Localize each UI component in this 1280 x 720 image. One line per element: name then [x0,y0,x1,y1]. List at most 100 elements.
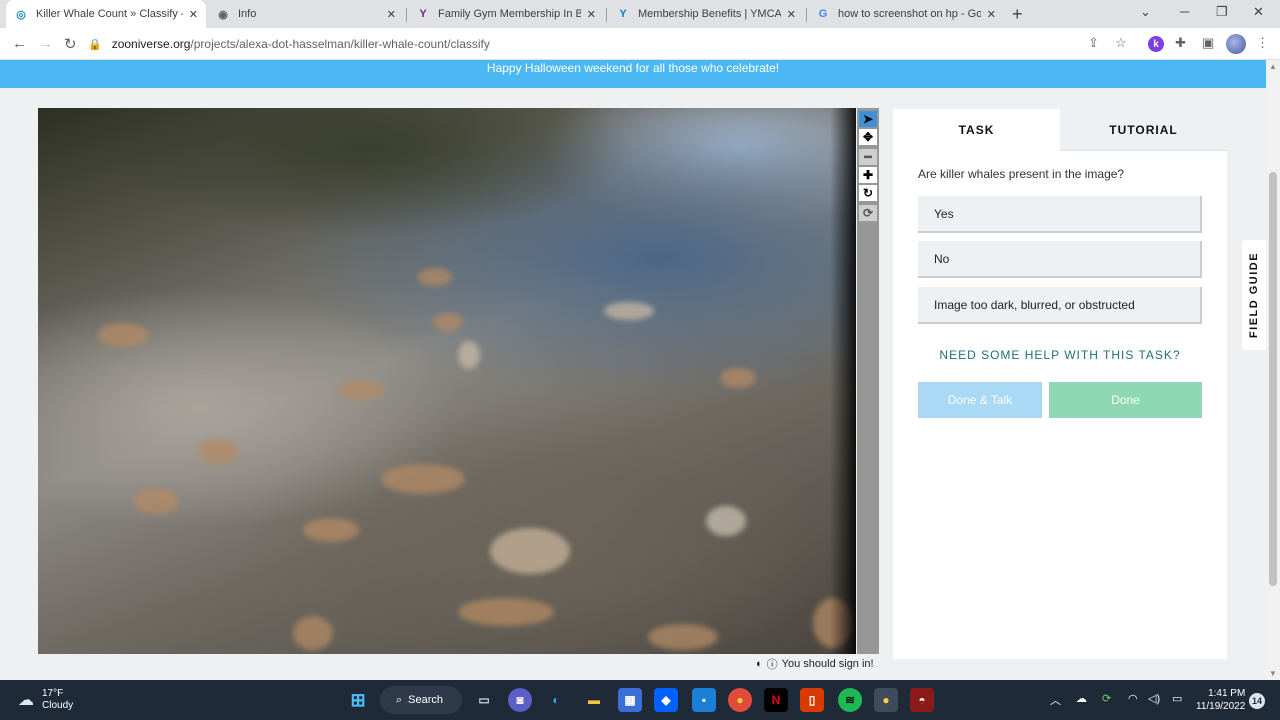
done-button[interactable]: Done [1049,382,1202,418]
animal-blob [338,380,384,400]
app-icon[interactable]: ▪ [692,688,716,712]
zoom-in-icon[interactable]: ✚ [859,167,877,183]
onedrive-icon[interactable]: ☁ [1076,692,1087,705]
chat-icon[interactable]: ◙ [508,688,532,712]
bookmark-star-icon[interactable]: ☆ [1115,35,1127,51]
animal-blob [706,506,746,536]
answer-obstructed-button[interactable]: Image too dark, blurred, or obstructed [918,287,1202,324]
tab-separator [806,8,807,22]
zoom-out-icon[interactable]: ━ [859,149,877,165]
share-icon[interactable]: ⇪ [1088,35,1099,51]
minimize-icon[interactable]: ─ [1180,4,1189,19]
tab-family-gym[interactable]: Y Family Gym Membership In Burn ✕ [408,0,604,28]
edge-icon[interactable]: ◐ [544,688,568,712]
volume-icon[interactable]: ◁) [1148,692,1160,705]
menu-icon[interactable]: ⋮ [1256,35,1269,51]
reset-icon[interactable]: ⟳ [859,205,877,221]
close-icon[interactable]: ✕ [987,8,996,21]
weather-widget[interactable]: ☁ 17°F Cloudy [18,688,73,712]
store-icon[interactable]: ▦ [618,688,642,712]
answer-no-button[interactable]: No [918,241,1202,278]
reload-icon[interactable]: ↻ [64,35,77,53]
clock-time: 1:41 PM [1208,688,1246,699]
animal-blob [381,464,465,494]
chrome-icon[interactable]: ● [728,688,752,712]
tab-separator [606,8,607,22]
forward-icon[interactable]: → [38,35,53,52]
battery-icon[interactable]: ▭ [1172,692,1182,705]
info-icon[interactable]: ⓘ [767,656,778,672]
tab-task[interactable]: TASK [893,109,1060,151]
subject-image[interactable] [38,108,856,654]
netflix-icon[interactable]: N [764,688,788,712]
weather-temp: 17°F [42,688,64,699]
answer-yes-button[interactable]: Yes [918,196,1202,233]
clock[interactable]: 1:41 PM 11/19/2022 [1196,687,1245,713]
scroll-down-icon[interactable]: ▼ [1269,669,1277,678]
tab-search-icon[interactable]: ⌄ [1140,4,1151,20]
start-icon[interactable]: ⊞ [346,688,370,712]
task-panel: TASK TUTORIAL Are killer whales present … [893,109,1227,659]
file-explorer-icon[interactable]: ▬ [582,688,606,712]
tab-separator [406,8,407,22]
animal-blob [418,268,452,286]
zooniverse-icon: ◎ [16,8,26,21]
show-hidden-icon[interactable]: ︿ [1050,692,1061,708]
sync-icon[interactable]: ⟳ [1102,692,1111,705]
extensions-icon[interactable]: ✚ [1175,35,1186,51]
tab-google-search[interactable]: G how to screenshot on hp - Goog ✕ [808,0,1004,28]
window-close-icon[interactable]: ✕ [1253,4,1264,20]
restore-icon[interactable]: ❐ [1216,4,1228,20]
field-guide-tab[interactable]: FIELD GUIDE [1242,240,1266,350]
office-icon[interactable]: ▯ [800,688,824,712]
new-tab-icon[interactable]: + [1012,4,1023,25]
close-icon[interactable]: ✕ [387,8,396,21]
dropbox-icon[interactable]: ◆ [654,688,678,712]
signin-text: You should sign in! [781,658,874,670]
pan-icon[interactable]: ✥ [859,129,877,145]
app-active-icon[interactable]: ◓ [910,688,934,712]
back-icon[interactable]: ← [12,35,27,52]
close-icon[interactable]: ✕ [787,8,796,21]
animal-blob [458,598,554,626]
task-question: Are killer whales present in the image? [918,167,1125,181]
cloud-icon: ☁ [18,692,34,709]
address-bar[interactable]: 🔒 zooniverse.org/projects/alexa-dot-hass… [88,32,1138,56]
spotify-icon[interactable]: ≋ [838,688,862,712]
tab-membership-benefits[interactable]: Y Membership Benefits | YMCA of ✕ [608,0,804,28]
tab-tutorial[interactable]: TUTORIAL [1060,109,1227,151]
notification-badge[interactable]: 14 [1249,693,1265,709]
tab-killer-whale-count[interactable]: ◎ Killer Whale Count » Classify — Z ✕ [6,0,206,28]
tab-info[interactable]: ◉ Info ✕ [208,0,404,28]
wifi-icon[interactable]: ◠ [1128,692,1138,705]
done-and-talk-button[interactable]: Done & Talk [918,382,1042,418]
profile-avatar[interactable] [1226,34,1246,54]
chrome-active-icon[interactable]: ● [874,688,898,712]
windows-taskbar: ☁ 17°F Cloudy ⊞ ⌕ Search ▭ ◙ ◐ ▬ ▦ ◆ ▪ ●… [0,680,1280,720]
side-panel-icon[interactable]: ▣ [1202,35,1214,51]
page-scrollbar[interactable]: ▲ ▼ [1266,60,1280,680]
contrast-icon[interactable]: ◐ [756,658,763,670]
scroll-thumb[interactable] [1269,172,1277,586]
tab-title: Killer Whale Count » Classify — Z [36,8,183,20]
field-guide-label: FIELD GUIDE [1248,251,1261,339]
animal-blob [720,368,756,388]
task-view-icon[interactable]: ▭ [472,688,496,712]
image-edge-shadow [830,108,856,654]
pointer-icon[interactable]: ➤ [859,111,877,127]
animal-blob [98,323,148,347]
close-icon[interactable]: ✕ [189,8,198,21]
scroll-up-icon[interactable]: ▲ [1269,62,1277,71]
taskbar-search[interactable]: ⌕ Search [380,686,462,714]
url-path: /projects/alexa-dot-hasselman/killer-wha… [190,37,490,51]
k-extension-icon[interactable]: k [1148,36,1164,52]
rotate-icon[interactable]: ↻ [859,185,877,201]
animal-blob [604,302,654,320]
tab-title: how to screenshot on hp - Goog [838,8,981,20]
google-icon: G [818,8,828,20]
ymca-icon: Y [619,8,627,20]
close-icon[interactable]: ✕ [587,8,596,21]
help-link[interactable]: NEED SOME HELP WITH THIS TASK? [918,348,1202,362]
animal-blob [293,616,333,650]
url-domain: zooniverse.org [111,37,191,51]
